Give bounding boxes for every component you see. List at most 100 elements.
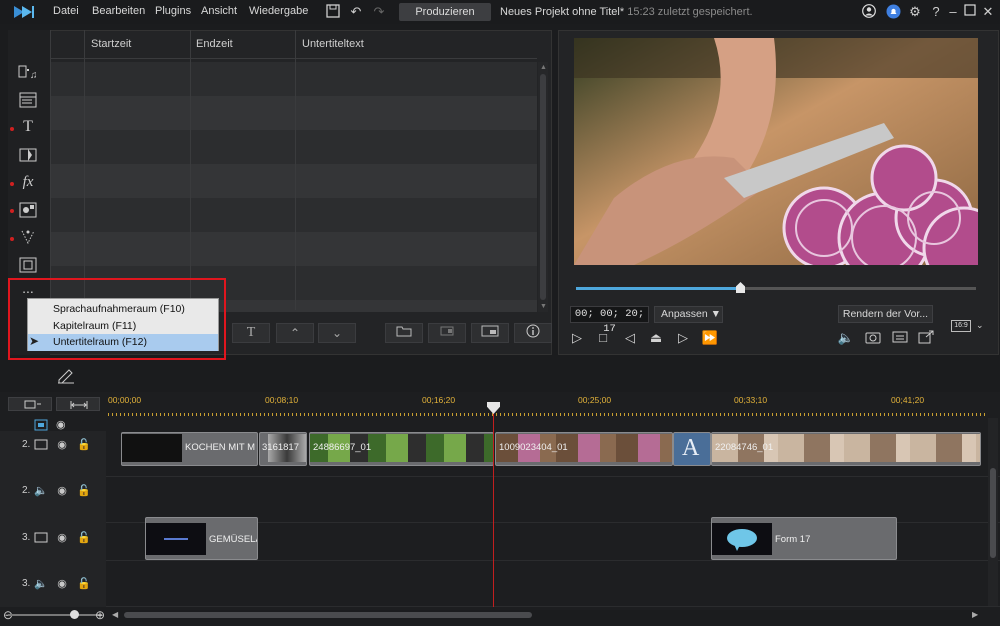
table-row[interactable] <box>51 130 537 164</box>
pip-room-icon[interactable] <box>18 201 38 219</box>
fit-label: Anpassen <box>661 308 708 320</box>
scroll-down-icon[interactable]: ▼ <box>540 303 547 310</box>
effect-room-icon[interactable]: fx <box>18 173 38 191</box>
timeline-vertical-scrollbar[interactable] <box>988 418 998 606</box>
zoom-in-icon[interactable]: ⊕ <box>95 608 105 622</box>
save-icon[interactable] <box>325 4 341 20</box>
track-header: 3. ◉ 🔓 <box>0 515 106 561</box>
sync-subtitle-icon[interactable] <box>471 323 509 343</box>
col-endzeit[interactable]: Endzeit <box>196 38 233 50</box>
help-icon[interactable]: ? <box>928 4 944 20</box>
timeline-zoom-slider[interactable] <box>8 610 102 619</box>
timeline-clip[interactable]: 24886697_01 <box>309 432 494 466</box>
snapshot-camera-icon[interactable] <box>864 330 882 346</box>
menu-wiedergabe[interactable]: Wiedergabe <box>249 5 308 17</box>
notification-icon[interactable] <box>885 4 901 20</box>
ruler-tick: 00;00;00 <box>108 395 142 405</box>
scroll-left-icon[interactable]: ◀ <box>112 610 118 619</box>
unlock-icon[interactable]: 🔓 <box>77 577 91 591</box>
timeline-horizontal-scrollbar[interactable] <box>110 610 980 620</box>
aspect-ratio-button[interactable]: 16:9 <box>951 320 971 332</box>
timeline-clip[interactable]: Form 17 <box>711 517 897 560</box>
transition-room-icon[interactable] <box>18 146 38 164</box>
play-icon[interactable]: ▷ <box>568 330 586 346</box>
track-manager-button[interactable] <box>8 397 52 411</box>
menu-ansicht[interactable]: Ansicht <box>201 5 237 17</box>
timeline-clip[interactable]: 22084746_01 <box>711 432 981 466</box>
volume-icon[interactable]: 🔈 <box>837 330 855 346</box>
table-scrollbar[interactable] <box>538 62 548 312</box>
scroll-right-icon[interactable]: ▶ <box>972 610 978 619</box>
move-down-button[interactable]: ⌄ <box>318 323 356 343</box>
table-row[interactable] <box>51 62 537 96</box>
col-untertiteltext[interactable]: Untertiteltext <box>302 38 364 50</box>
table-row[interactable] <box>51 96 537 130</box>
import-folder-icon[interactable] <box>385 323 423 343</box>
eye-icon[interactable]: ◉ <box>55 484 69 498</box>
maximize-icon[interactable] <box>962 4 978 20</box>
table-row[interactable] <box>51 164 537 198</box>
minimize-icon[interactable]: – <box>945 4 961 20</box>
zoom-slider-handle[interactable] <box>70 610 79 619</box>
edit-pencil-icon[interactable] <box>56 366 76 384</box>
preview-video-frame[interactable] <box>574 38 978 265</box>
split-icon[interactable]: ⏏ <box>647 330 665 346</box>
stop-icon[interactable]: □ <box>594 330 612 346</box>
redo-icon[interactable]: ↷ <box>371 4 387 20</box>
move-up-button[interactable]: ⌃ <box>276 323 314 343</box>
fit-dropdown[interactable]: Anpassen ▼ <box>654 306 723 323</box>
title-room-indicator <box>10 127 14 131</box>
eye-icon[interactable]: ◉ <box>55 531 69 545</box>
previous-frame-icon[interactable]: ◁ <box>621 330 639 346</box>
timecode-display[interactable]: 00; 00; 20; 17 <box>570 306 649 335</box>
table-row[interactable] <box>51 232 537 266</box>
undock-preview-icon[interactable] <box>917 330 935 346</box>
timeline-clip[interactable]: 1009023404_01 <box>495 432 673 466</box>
fit-timeline-button[interactable] <box>56 397 100 411</box>
project-name: Neues Projekt ohne Titel* <box>500 6 625 18</box>
timeline-clip[interactable]: 3161817 <box>259 432 307 466</box>
scroll-up-icon[interactable]: ▲ <box>540 64 547 71</box>
mask-room-icon[interactable] <box>18 256 38 274</box>
playhead-line[interactable] <box>493 405 494 607</box>
ruler-tick: 00;41;20 <box>891 395 925 405</box>
timeline-clip[interactable]: GEMÜSELA <box>145 517 258 560</box>
table-row[interactable] <box>51 198 537 232</box>
export-icon[interactable] <box>428 323 466 343</box>
subtitle-toggle-icon[interactable] <box>891 330 909 346</box>
media-room-icon[interactable]: ♫ <box>18 63 38 81</box>
track-lock-all-icon[interactable] <box>34 419 48 431</box>
audio-track-icon: 🔈 <box>34 578 48 590</box>
produce-button[interactable]: Produzieren <box>399 3 491 21</box>
scrollbar-thumb[interactable] <box>540 74 546 300</box>
menu-datei[interactable]: Datei <box>53 5 79 17</box>
scrollbar-thumb[interactable] <box>990 468 996 558</box>
render-preview-button[interactable]: Rendern der Vor... <box>838 305 933 323</box>
title-clip[interactable]: A <box>673 432 711 466</box>
text-format-button[interactable]: T <box>232 323 270 343</box>
fast-forward-icon[interactable]: ⏩ <box>701 330 719 346</box>
eye-icon[interactable]: ◉ <box>55 577 69 591</box>
unlock-icon[interactable]: 🔓 <box>77 531 91 545</box>
info-icon[interactable] <box>514 323 552 343</box>
unlock-icon[interactable]: 🔓 <box>77 438 91 452</box>
timeline-clip[interactable]: KOCHEN MIT M <box>121 432 258 466</box>
unlock-icon[interactable]: 🔓 <box>77 484 91 498</box>
title-room-icon[interactable]: T <box>18 118 38 136</box>
aspect-chevron-icon[interactable]: ⌄ <box>976 320 984 331</box>
settings-gear-icon[interactable]: ⚙ <box>907 4 923 20</box>
menu-bearbeiten[interactable]: Bearbeiten <box>92 5 145 17</box>
clip-thumbnail <box>146 523 206 555</box>
menu-plugins[interactable]: Plugins <box>155 5 191 17</box>
account-icon[interactable] <box>861 4 877 20</box>
undo-icon[interactable]: ↶ <box>348 4 364 20</box>
scrollbar-thumb[interactable] <box>124 612 532 618</box>
col-startzeit[interactable]: Startzeit <box>91 38 131 50</box>
template-room-icon[interactable] <box>18 91 38 109</box>
eye-icon[interactable]: ◉ <box>55 438 69 452</box>
close-icon[interactable]: ✕ <box>980 4 996 20</box>
eye-all-icon[interactable]: ◉ <box>56 418 66 431</box>
next-frame-icon[interactable]: ▷ <box>674 330 692 346</box>
particle-room-icon[interactable] <box>18 228 38 246</box>
preview-seek-bar[interactable] <box>576 282 976 293</box>
